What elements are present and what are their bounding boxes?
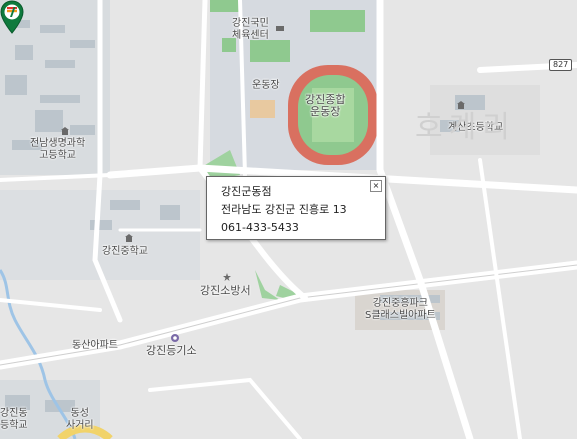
school-icon <box>125 234 133 242</box>
label-gangjin-stadium: 강진종합 운동장 <box>305 93 346 118</box>
label-gangjin-gymnasium: 강진국민 체육센터 <box>232 18 269 41</box>
map-canvas[interactable]: 강진국민 체육센터 운동장 강진종합 운동장 전남생명과학 고등학교 계산초등학… <box>0 0 577 439</box>
school-icon <box>457 101 465 109</box>
close-button[interactable]: × <box>370 180 382 192</box>
route-shield-827: 827 <box>549 59 573 71</box>
label-jeonnam-highschool: 전남생명과학 고등학교 <box>30 138 86 161</box>
label-playground: 운동장 <box>252 80 280 91</box>
store-marker-pin[interactable] <box>0 0 24 34</box>
label-dongsan-apt: 동산아파트 <box>72 340 118 351</box>
store-phone: 061-433-5433 <box>221 221 299 234</box>
store-info-popup: 강진군동점 전라남도 강진군 진흥로 13 061-433-5433 × <box>206 176 386 240</box>
government-office-icon <box>171 334 179 342</box>
label-gangjin-middle: 강진중학교 <box>102 246 148 257</box>
label-gangjin-high: 강진동 등학교 <box>0 408 28 431</box>
fire-station-icon <box>223 273 231 281</box>
store-name: 강진군동점 <box>221 185 272 198</box>
gym-icon <box>276 26 284 31</box>
school-icon <box>61 127 69 135</box>
label-dongseong: 동성 사거리 <box>66 408 94 431</box>
watermark-label: 호계리 <box>415 110 516 145</box>
label-fire-station: 강진소방서 <box>200 284 251 297</box>
label-jungheung-apt: 강진중흥파크 S클래스빌아파트 <box>365 298 436 321</box>
store-address: 전라남도 강진군 진흥로 13 <box>221 203 347 216</box>
label-dunggisoi: 강진등기소 <box>146 344 197 357</box>
